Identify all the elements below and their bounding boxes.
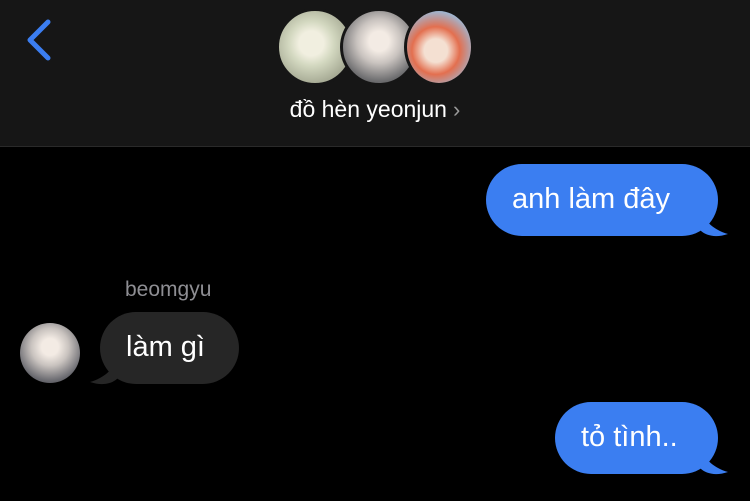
chevron-right-icon: › — [452, 97, 461, 122]
message-bubble-incoming[interactable]: làm gì — [100, 312, 239, 384]
avatar[interactable] — [20, 323, 80, 383]
bubble-tail — [700, 450, 728, 475]
group-avatars[interactable] — [276, 8, 476, 88]
bubble-tail — [700, 212, 728, 237]
chevron-left-icon — [27, 19, 51, 61]
bubble-tail — [90, 360, 118, 385]
group-name: đồ hèn yeonjun — [289, 96, 447, 122]
conversation-header: đồ hèn yeonjun › — [0, 0, 750, 147]
message-text: tỏ tình.. — [581, 421, 678, 453]
message-bubble-outgoing[interactable]: tỏ tình.. — [555, 402, 718, 474]
message-text: anh làm đây — [512, 183, 670, 215]
avatar — [404, 8, 474, 86]
sender-name: beomgyu — [125, 278, 212, 301]
message-text: làm gì — [126, 331, 205, 363]
message-bubble-outgoing[interactable]: anh làm đây — [486, 164, 718, 236]
back-button[interactable] — [18, 14, 58, 66]
group-name-button[interactable]: đồ hèn yeonjun › — [0, 96, 750, 123]
